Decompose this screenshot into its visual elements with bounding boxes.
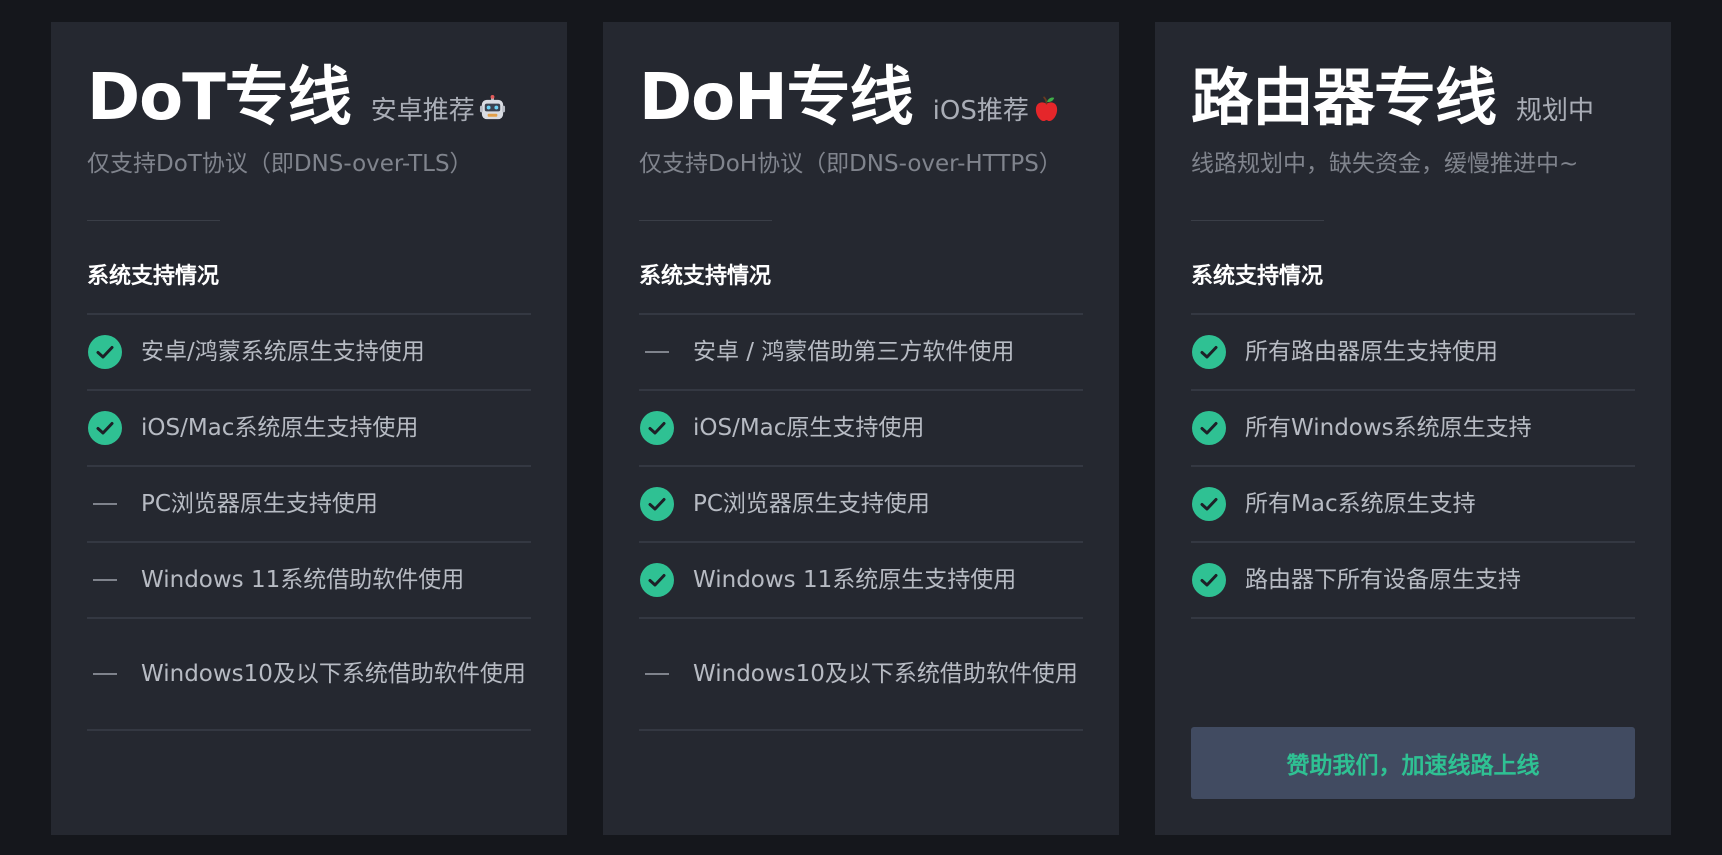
feature-text: 所有路由器原生支持使用 (1245, 339, 1498, 365)
list-item: 所有路由器原生支持使用 (1191, 315, 1635, 391)
list-item: 所有Mac系统原生支持 (1191, 467, 1635, 543)
feature-text: Windows10及以下系统借助软件使用 (141, 661, 526, 687)
card-router: 路由器专线 规划中 线路规划中，缺失资金，缓慢推进中~ 系统支持情况 所有路由器… (1155, 22, 1671, 835)
list-item: 安卓 / 鸿蒙借助第三方软件使用 (639, 315, 1083, 391)
apple-icon (1033, 95, 1060, 122)
card-subtitle: 仅支持DoT协议（即DNS-over-TLS） (87, 151, 473, 177)
section-title: 系统支持情况 (639, 264, 772, 289)
section-title: 系统支持情况 (1191, 264, 1324, 289)
check-circle-icon (639, 486, 675, 522)
check-circle-icon (87, 410, 123, 446)
list-item: Windows10及以下系统借助软件使用 (639, 619, 1083, 731)
card-dot: DoT专线 安卓推荐 仅支持DoT协议（即DNS-over-TLS） 系统支持情… (51, 22, 567, 835)
card-subtitle: 仅支持DoH协议（即DNS-over-HTTPS） (639, 151, 1062, 177)
divider (1191, 220, 1324, 221)
list-item: iOS/Mac系统原生支持使用 (87, 391, 531, 467)
check-circle-icon (1191, 410, 1227, 446)
check-circle-icon (1191, 486, 1227, 522)
robot-icon (479, 95, 506, 122)
check-circle-icon (87, 334, 123, 370)
list-item: Windows 11系统借助软件使用 (87, 543, 531, 619)
feature-text: iOS/Mac原生支持使用 (693, 415, 925, 441)
list-item: PC浏览器原生支持使用 (639, 467, 1083, 543)
feature-text: Windows 11系统借助软件使用 (141, 567, 465, 593)
card-tag: 规划中 (1516, 90, 1594, 127)
list-item: 路由器下所有设备原生支持 (1191, 543, 1635, 619)
card-subtitle: 线路规划中，缺失资金，缓慢推进中~ (1191, 151, 1579, 177)
feature-text: PC浏览器原生支持使用 (141, 491, 378, 517)
card-tag: 安卓推荐 (371, 90, 506, 127)
sponsor-button[interactable]: 赞助我们，加速线路上线 (1191, 727, 1635, 799)
check-circle-icon (639, 410, 675, 446)
feature-list: 所有路由器原生支持使用 所有Windows系统原生支持 所有Mac系统原生支持 … (1191, 313, 1635, 619)
dash-icon (639, 656, 675, 692)
section-title: 系统支持情况 (87, 264, 220, 289)
list-item: 安卓/鸿蒙系统原生支持使用 (87, 315, 531, 391)
feature-text: 安卓/鸿蒙系统原生支持使用 (141, 339, 425, 365)
list-item: Windows10及以下系统借助软件使用 (87, 619, 531, 731)
card-tag-label: iOS推荐 (932, 96, 1029, 126)
feature-list: 安卓/鸿蒙系统原生支持使用 iOS/Mac系统原生支持使用 PC浏览器原生支持使… (87, 313, 531, 731)
card-title: DoT专线 (87, 61, 352, 135)
card-tag: iOS推荐 (933, 90, 1060, 127)
card-tag-label: 规划中 (1516, 96, 1595, 126)
list-item: iOS/Mac原生支持使用 (639, 391, 1083, 467)
card-doh: DoH专线 iOS推荐 仅支持DoH协议（即DNS-over-HTTPS） 系统… (603, 22, 1119, 835)
feature-text: iOS/Mac系统原生支持使用 (141, 415, 419, 441)
feature-text: PC浏览器原生支持使用 (693, 491, 930, 517)
feature-list: 安卓 / 鸿蒙借助第三方软件使用 iOS/Mac原生支持使用 PC浏览器原生支持… (639, 313, 1083, 731)
feature-text: 安卓 / 鸿蒙借助第三方软件使用 (693, 339, 1015, 365)
pricing-cards: DoT专线 安卓推荐 仅支持DoT协议（即DNS-over-TLS） 系统支持情… (0, 0, 1722, 855)
card-title: 路由器专线 (1191, 61, 1497, 134)
card-title: DoH专线 (639, 61, 914, 135)
card-tag-label: 安卓推荐 (370, 96, 475, 126)
dash-icon (639, 334, 675, 370)
list-item: PC浏览器原生支持使用 (87, 467, 531, 543)
dash-icon (87, 562, 123, 598)
dash-icon (87, 486, 123, 522)
feature-text: Windows10及以下系统借助软件使用 (693, 661, 1078, 687)
check-circle-icon (1191, 562, 1227, 598)
card-header: 路由器专线 规划中 (1191, 62, 1635, 134)
check-circle-icon (1191, 334, 1227, 370)
list-item: Windows 11系统原生支持使用 (639, 543, 1083, 619)
feature-text: Windows 11系统原生支持使用 (693, 567, 1017, 593)
divider (87, 220, 220, 221)
divider (639, 220, 772, 221)
card-header: DoT专线 安卓推荐 (87, 62, 531, 134)
card-header: DoH专线 iOS推荐 (639, 62, 1083, 134)
check-circle-icon (639, 562, 675, 598)
feature-text: 路由器下所有设备原生支持 (1245, 567, 1521, 593)
list-item: 所有Windows系统原生支持 (1191, 391, 1635, 467)
feature-text: 所有Windows系统原生支持 (1245, 415, 1532, 441)
feature-text: 所有Mac系统原生支持 (1245, 491, 1476, 517)
dash-icon (87, 656, 123, 692)
